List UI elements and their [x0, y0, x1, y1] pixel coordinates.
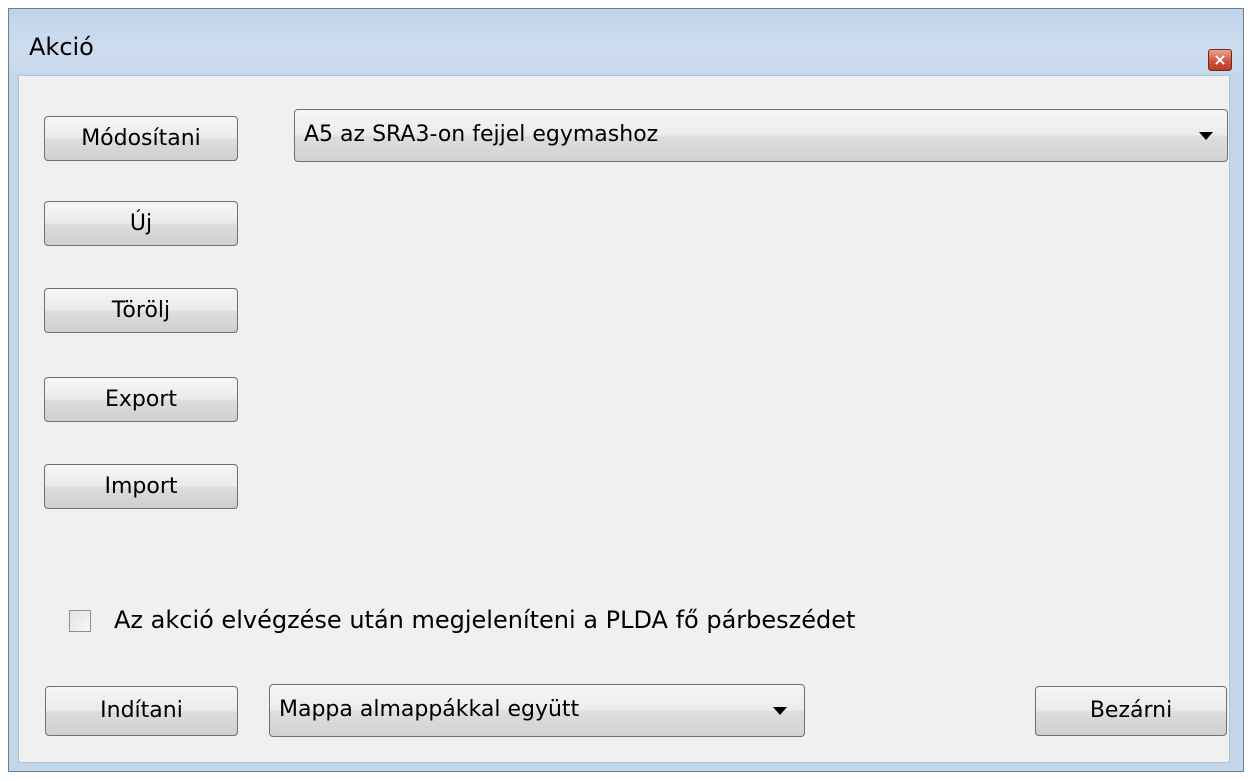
modify-button[interactable]: Módosítani — [44, 116, 238, 161]
window-title: Akció — [29, 33, 94, 61]
chevron-down-icon — [1199, 132, 1213, 140]
show-main-dialog-label[interactable]: Az akció elvégzése után megjeleníteni a … — [114, 606, 855, 634]
close-button[interactable]: Bezárni — [1035, 686, 1227, 736]
new-button[interactable]: Új — [44, 201, 238, 246]
scope-select-value: Mappa almappákkal együtt — [279, 697, 580, 722]
action-select[interactable]: A5 az SRA3-on fejjel egymashoz — [294, 109, 1228, 162]
show-main-dialog-checkbox[interactable] — [69, 610, 91, 632]
action-select-value: A5 az SRA3-on fejjel egymashoz — [304, 122, 659, 147]
import-button[interactable]: Import — [44, 464, 238, 509]
title-bar[interactable]: Akció × — [9, 9, 1243, 73]
export-button[interactable]: Export — [44, 377, 238, 422]
close-icon[interactable]: × — [1208, 49, 1232, 71]
scope-select[interactable]: Mappa almappákkal együtt — [269, 684, 805, 737]
delete-button[interactable]: Törölj — [44, 288, 238, 333]
action-dialog: Akció × Módosítani Új Törölj Export Impo… — [8, 8, 1244, 772]
start-button[interactable]: Indítani — [45, 686, 238, 736]
chevron-down-icon — [773, 707, 787, 715]
